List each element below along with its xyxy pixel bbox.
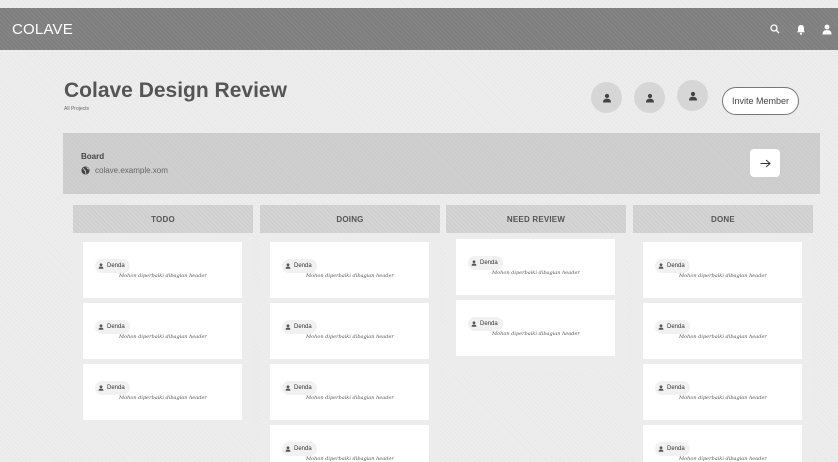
- column-title: NEED REVIEW: [446, 205, 626, 233]
- column-title: DONE: [633, 205, 813, 233]
- bell-icon[interactable]: [790, 18, 812, 40]
- task-card[interactable]: Denda Mohon diperbaiki dibagian header: [83, 303, 242, 359]
- user-icon: [471, 321, 477, 327]
- user-icon: [645, 93, 654, 102]
- user-icon: [658, 385, 664, 391]
- card-assignee[interactable]: Denda: [282, 381, 317, 395]
- card-comment: Mohon diperbaiki dibagian header: [119, 395, 207, 401]
- card-comment: Mohon diperbaiki dibagian header: [119, 273, 207, 279]
- task-card[interactable]: Denda Mohon diperbaiki dibagian header: [83, 364, 242, 420]
- card-comment: Mohon diperbaiki dibagian header: [679, 273, 767, 279]
- task-card[interactable]: Denda Mohon diperbaiki dibagian header: [643, 364, 802, 420]
- board-url-text[interactable]: colave.example.xom: [95, 166, 168, 175]
- user-icon: [658, 324, 664, 330]
- task-card[interactable]: Denda Mohon diperbaiki dibagian header: [643, 242, 802, 298]
- user-icon: [285, 324, 291, 330]
- card-assignee[interactable]: Denda: [655, 381, 690, 395]
- card-assignee[interactable]: Denda: [468, 317, 503, 331]
- globe-icon: [81, 166, 90, 175]
- task-card[interactable]: Denda Mohon diperbaiki dibagian header: [456, 300, 615, 356]
- brand-logo[interactable]: COLAVE: [12, 21, 73, 38]
- user-icon: [658, 446, 664, 452]
- task-card[interactable]: Denda Mohon diperbaiki dibagian header: [456, 239, 615, 295]
- user-icon: [285, 385, 291, 391]
- card-comment: Mohon diperbaiki dibagian header: [306, 456, 394, 462]
- card-comment: Mohon diperbaiki dibagian header: [306, 395, 394, 401]
- task-card[interactable]: Denda Mohon diperbaiki dibagian header: [643, 425, 802, 462]
- card-assignee[interactable]: Denda: [95, 320, 130, 334]
- task-card[interactable]: Denda Mohon diperbaiki dibagian header: [270, 425, 429, 462]
- board-panel: Board colave.example.xom: [63, 133, 820, 194]
- user-icon: [602, 93, 611, 102]
- kanban-column-todo: TODO Denda Mohon diperbaiki dibagian hea…: [73, 205, 253, 430]
- user-icon[interactable]: [816, 18, 838, 40]
- card-assignee[interactable]: Denda: [282, 320, 317, 334]
- kanban-column-need-review: NEED REVIEW Denda Mohon diperbaiki dibag…: [446, 205, 626, 371]
- card-assignee[interactable]: Denda: [95, 381, 130, 395]
- card-assignee[interactable]: Denda: [282, 442, 317, 456]
- user-icon: [285, 446, 291, 452]
- top-navbar: COLAVE: [0, 8, 838, 50]
- column-title: TODO: [73, 205, 253, 233]
- card-assignee[interactable]: Denda: [655, 320, 690, 334]
- invite-member-button[interactable]: Invite Member: [722, 87, 799, 115]
- kanban-column-doing: DOING Denda Mohon diperbaiki dibagian he…: [260, 205, 440, 462]
- user-icon: [658, 263, 664, 269]
- user-icon: [471, 260, 477, 266]
- search-icon[interactable]: [764, 18, 786, 40]
- user-icon: [98, 263, 104, 269]
- open-board-button[interactable]: [750, 149, 780, 177]
- task-card[interactable]: Denda Mohon diperbaiki dibagian header: [83, 242, 242, 298]
- user-icon: [98, 324, 104, 330]
- user-icon: [688, 91, 697, 100]
- arrow-right-icon: [760, 159, 771, 167]
- task-card[interactable]: Denda Mohon diperbaiki dibagian header: [270, 364, 429, 420]
- task-card[interactable]: Denda Mohon diperbaiki dibagian header: [270, 242, 429, 298]
- card-assignee[interactable]: Denda: [655, 442, 690, 456]
- member-avatar[interactable]: [677, 80, 708, 111]
- task-card[interactable]: Denda Mohon diperbaiki dibagian header: [270, 303, 429, 359]
- card-comment: Mohon diperbaiki dibagian header: [119, 334, 207, 340]
- card-assignee[interactable]: Denda: [282, 259, 317, 273]
- task-card[interactable]: Denda Mohon diperbaiki dibagian header: [643, 303, 802, 359]
- card-comment: Mohon diperbaiki dibagian header: [679, 395, 767, 401]
- user-icon: [285, 263, 291, 269]
- card-assignee[interactable]: Denda: [468, 256, 503, 270]
- card-comment: Mohon diperbaiki dibagian header: [679, 334, 767, 340]
- column-title: DOING: [260, 205, 440, 233]
- kanban-column-done: DONE Denda Mohon diperbaiki dibagian hea…: [633, 205, 813, 462]
- page-title: Colave Design Review: [64, 79, 287, 102]
- card-comment: Mohon diperbaiki dibagian header: [306, 334, 394, 340]
- card-comment: Mohon diperbaiki dibagian header: [492, 270, 580, 276]
- breadcrumb[interactable]: All Projects: [64, 106, 89, 112]
- board-url[interactable]: colave.example.xom: [81, 166, 168, 175]
- card-comment: Mohon diperbaiki dibagian header: [492, 331, 580, 337]
- board-label: Board: [81, 152, 105, 161]
- card-assignee[interactable]: Denda: [95, 259, 130, 273]
- user-icon: [98, 385, 104, 391]
- member-avatar[interactable]: [591, 82, 622, 113]
- navbar-actions: [760, 8, 838, 50]
- card-assignee[interactable]: Denda: [655, 259, 690, 273]
- member-avatar[interactable]: [634, 82, 665, 113]
- card-comment: Mohon diperbaiki dibagian header: [306, 273, 394, 279]
- card-comment: Mohon diperbaiki dibagian header: [679, 456, 767, 462]
